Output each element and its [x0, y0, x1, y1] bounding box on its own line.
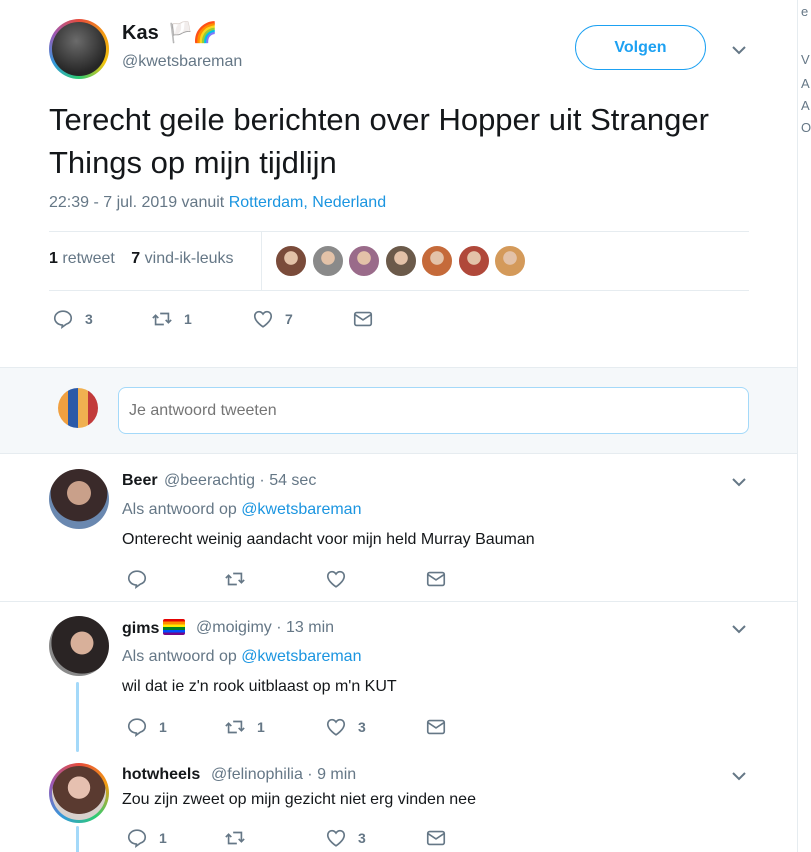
tweet-stats: 1 retweet 7 vind-ik-leuks: [49, 250, 234, 268]
reply-context: Als antwoord op @kwetsbareman: [122, 501, 362, 518]
author-flags: 🏳️🌈: [168, 22, 218, 44]
like-button[interactable]: 3: [325, 716, 366, 738]
follow-button[interactable]: Volgen: [575, 25, 706, 70]
chevron-down-icon[interactable]: [732, 772, 746, 781]
direct-message-button[interactable]: [352, 308, 374, 330]
reply-item[interactable]: gims @moigimy · 13 min Als antwoord op @…: [0, 602, 797, 752]
direct-message-button[interactable]: [425, 827, 447, 849]
reply-item[interactable]: hotwheels @felinophilia · 9 min Zou zijn…: [0, 752, 797, 852]
like-button[interactable]: [325, 568, 358, 590]
rainbow-flag-icon: [163, 619, 186, 635]
tweet-meta: 22:39 - 7 jul. 2019 vanuit Rotterdam, Ne…: [49, 194, 386, 212]
retweet-button[interactable]: 1: [224, 716, 265, 738]
reply-text: Zou zijn zweet op mijn gezicht niet erg …: [122, 791, 476, 808]
retweet-icon: [225, 831, 245, 845]
reply-icon: [127, 829, 147, 849]
reply-item[interactable]: Beer @beerachtig · 54 sec Als antwoord o…: [0, 455, 797, 601]
liker-avatar[interactable]: [384, 245, 417, 277]
reply-context-link[interactable]: @kwetsbareman: [241, 648, 361, 665]
reply-input[interactable]: [118, 387, 749, 434]
envelope-icon: [353, 311, 373, 327]
reply-text: Onterecht weinig aandacht voor mijn held…: [122, 531, 535, 548]
heart-icon: [326, 829, 346, 847]
liker-avatar[interactable]: [494, 245, 526, 277]
thread-line: [76, 682, 79, 752]
retweet-button[interactable]: [224, 568, 257, 590]
envelope-icon: [426, 719, 446, 735]
retweet-icon: [225, 572, 245, 586]
envelope-icon: [426, 571, 446, 587]
heart-icon: [326, 718, 346, 736]
retweet-button[interactable]: [224, 827, 257, 849]
reply-author-handle[interactable]: @felinophilia · 9 min: [211, 766, 356, 784]
reply-button[interactable]: [126, 568, 159, 590]
direct-message-button[interactable]: [425, 568, 447, 590]
reply-context: Als antwoord op @kwetsbareman: [122, 648, 362, 665]
reply-icon: [53, 310, 73, 330]
retweet-button[interactable]: 1: [151, 308, 192, 330]
like-button[interactable]: 7: [252, 308, 293, 330]
reply-author-handle[interactable]: @beerachtig · 54 sec: [164, 472, 316, 490]
avatar[interactable]: [49, 469, 109, 529]
heart-icon: [253, 310, 273, 328]
background-text: O: [801, 120, 811, 135]
tweet-timestamp[interactable]: 22:39 - 7 jul. 2019 vanuit: [49, 194, 229, 211]
reply-context-link[interactable]: @kwetsbareman: [241, 501, 361, 518]
current-user-avatar: [58, 388, 98, 428]
reply-icon: [127, 570, 147, 590]
tweet-location[interactable]: Rotterdam, Nederland: [229, 194, 386, 211]
background-page-edge: e V A A O: [797, 0, 811, 852]
reply-author-name[interactable]: hotwheels: [122, 766, 200, 784]
chevron-down-icon[interactable]: [732, 46, 746, 55]
reply-author-name[interactable]: gims: [122, 619, 186, 638]
reply-text: wil dat ie z'n rook uitblaast op m'n KUT: [122, 678, 397, 695]
chevron-down-icon[interactable]: [732, 478, 746, 487]
likes-stat[interactable]: 7 vind-ik-leuks: [131, 250, 233, 267]
reply-button[interactable]: 1: [126, 827, 167, 849]
reply-author-handle[interactable]: @moigimy · 13 min: [196, 619, 334, 637]
chevron-down-icon[interactable]: [732, 625, 746, 634]
tweet-page: Kas 🏳️🌈 @kwetsbareman Volgen Terecht gei…: [0, 0, 797, 852]
background-text: V: [801, 52, 810, 67]
liker-avatar[interactable]: [311, 245, 344, 277]
liker-avatar[interactable]: [348, 245, 380, 277]
heart-icon: [326, 570, 346, 588]
like-button[interactable]: 3: [325, 827, 366, 849]
divider: [49, 290, 749, 291]
liker-avatar[interactable]: [421, 245, 453, 277]
liker-avatar[interactable]: [457, 245, 490, 277]
reply-button[interactable]: 1: [126, 716, 167, 738]
retweets-stat[interactable]: 1 retweet: [49, 250, 115, 267]
avatar[interactable]: [49, 763, 109, 823]
reply-icon: [127, 718, 147, 738]
envelope-icon: [426, 830, 446, 846]
background-text: A: [801, 76, 810, 91]
background-text: A: [801, 98, 810, 113]
background-text: e: [801, 4, 809, 19]
retweet-icon: [225, 720, 245, 734]
author-name[interactable]: Kas: [122, 22, 159, 45]
direct-message-button[interactable]: [425, 716, 447, 738]
avatar[interactable]: [49, 616, 109, 676]
tweet-text: Terecht geile berichten over Hopper uit …: [49, 102, 709, 180]
thread-line: [76, 826, 79, 852]
divider: [49, 231, 749, 232]
retweet-icon: [152, 312, 172, 326]
reply-button[interactable]: 3: [52, 308, 93, 330]
author-handle[interactable]: @kwetsbareman: [122, 53, 242, 71]
stats-divider: [261, 232, 262, 290]
liker-avatar[interactable]: [275, 245, 307, 277]
author-avatar[interactable]: [49, 19, 109, 79]
reply-author-name[interactable]: Beer: [122, 472, 158, 490]
